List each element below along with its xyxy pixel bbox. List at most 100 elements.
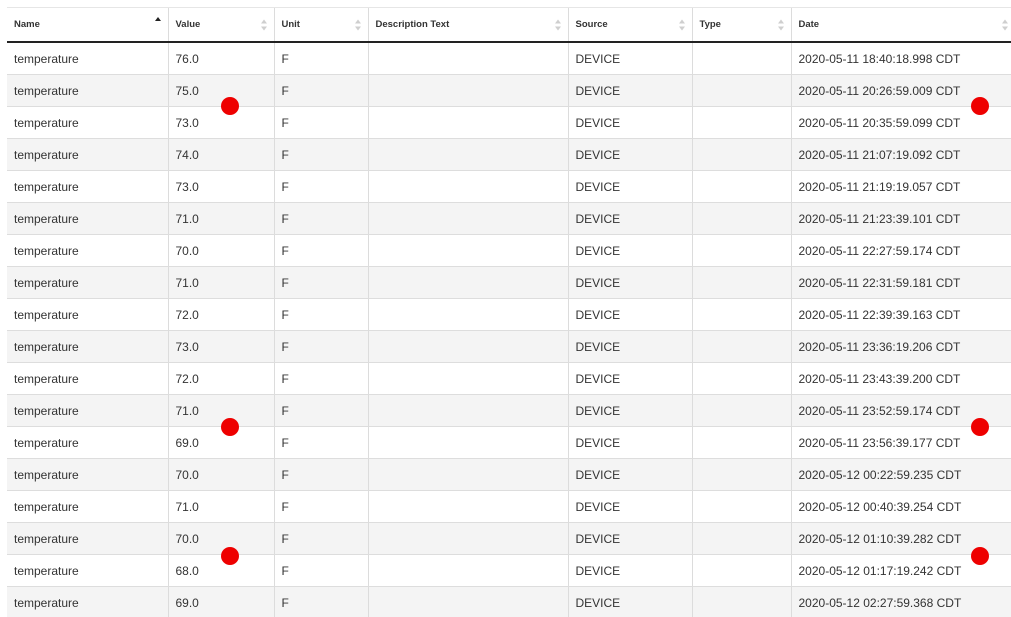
table-row[interactable]: temperature 73.0 F DEVICE 2020-05-11 23:36:1… [7,330,1011,363]
sort-neutral-icon[interactable] [777,19,785,30]
cell-source: DEVICE [567,42,692,75]
table-row[interactable]: temperature 70.0 F DEVICE 2020-05-11 22:27:5… [7,234,1011,267]
cell-unit: F [273,106,368,139]
column-header-source[interactable]: Source [567,7,692,43]
cell-type [691,586,791,617]
sort-neutral-icon[interactable] [678,19,686,30]
cell-type [691,394,791,427]
cell-description [367,330,568,363]
cell-source: DEVICE [567,106,692,139]
table-row[interactable]: temperature 70.0 F DEVICE 2020-05-12 01:10:3… [7,522,1011,555]
cell-description [367,202,568,235]
column-header-description[interactable]: Description Text [367,7,568,43]
column-header-unit[interactable]: Unit [273,7,368,43]
table-row[interactable]: temperature 69.0 F DEVICE 2020-05-11 23:56:3… [7,426,1011,459]
column-header-type[interactable]: Type [691,7,791,43]
cell-source: DEVICE [567,458,692,491]
table-body: temperature 76.0 F DEVICE 2020-05-11 18:40:1… [7,42,1011,617]
cell-unit: F [273,42,368,75]
column-header-name[interactable]: Name [7,7,168,43]
cell-unit: F [273,138,368,171]
cell-value: 70.0 [167,522,274,555]
cell-source: DEVICE [567,554,692,587]
cell-description [367,490,568,523]
cell-name: temperature [7,266,168,299]
cell-value: 72.0 [167,298,274,331]
events-table: Name Value Unit Description Text Source Type D… [7,7,1011,617]
column-header-date[interactable]: Date [790,7,1011,43]
cell-type [691,298,791,331]
cell-source: DEVICE [567,522,692,555]
cell-source: DEVICE [567,298,692,331]
table-row[interactable]: temperature 71.0 F DEVICE 2020-05-11 21:23:3… [7,202,1011,235]
cell-type [691,490,791,523]
table-row[interactable]: temperature 70.0 F DEVICE 2020-05-12 00:22:5… [7,458,1011,491]
cell-name: temperature [7,522,168,555]
cell-description [367,554,568,587]
events-table-container: Name Value Unit Description Text Source Type D… [7,7,1011,617]
cell-value: 71.0 [167,202,274,235]
cell-unit: F [273,170,368,203]
table-row[interactable]: temperature 71.0 F DEVICE 2020-05-12 00:40:3… [7,490,1011,523]
cell-type [691,170,791,203]
cell-source: DEVICE [567,362,692,395]
cell-source: DEVICE [567,426,692,459]
cell-unit: F [273,490,368,523]
cell-unit: F [273,394,368,427]
cell-date: 2020-05-12 00:40:39.254 CDT [790,490,1011,523]
cell-description [367,522,568,555]
cell-type [691,74,791,107]
table-row[interactable]: temperature 75.0 F DEVICE 2020-05-11 20:26:5… [7,74,1011,107]
cell-value: 69.0 [167,426,274,459]
table-row[interactable]: temperature 76.0 F DEVICE 2020-05-11 18:40:1… [7,42,1011,75]
cell-source: DEVICE [567,202,692,235]
cell-source: DEVICE [567,330,692,363]
cell-date: 2020-05-11 23:36:19.206 CDT [790,330,1011,363]
sort-neutral-icon[interactable] [554,19,562,30]
table-row[interactable]: temperature 69.0 F DEVICE 2020-05-12 02:27:5… [7,586,1011,617]
column-header-label: Type [699,19,721,30]
table-header: Name Value Unit Description Text Source Type D… [7,7,1011,43]
cell-name: temperature [7,234,168,267]
table-row[interactable]: temperature 74.0 F DEVICE 2020-05-11 21:07:1… [7,138,1011,171]
cell-type [691,234,791,267]
cell-name: temperature [7,586,168,617]
table-row[interactable]: temperature 73.0 F DEVICE 2020-05-11 21:19:1… [7,170,1011,203]
red-dot-marker [221,547,239,565]
sort-neutral-icon[interactable] [354,19,362,30]
column-header-value[interactable]: Value [167,7,274,43]
table-row[interactable]: temperature 71.0 F DEVICE 2020-05-11 22:31:5… [7,266,1011,299]
cell-date: 2020-05-11 22:39:39.163 CDT [790,298,1011,331]
cell-unit: F [273,234,368,267]
cell-date: 2020-05-11 21:23:39.101 CDT [790,202,1011,235]
red-dot-marker [971,418,989,436]
cell-value: 72.0 [167,362,274,395]
cell-type [691,42,791,75]
cell-description [367,426,568,459]
sort-ascending-icon[interactable] [154,17,162,28]
cell-description [367,298,568,331]
red-dot-marker [221,418,239,436]
red-dot-marker [221,97,239,115]
cell-description [367,458,568,491]
sort-neutral-icon[interactable] [1002,19,1009,30]
table-row[interactable]: temperature 72.0 F DEVICE 2020-05-11 22:39:3… [7,298,1011,331]
cell-date: 2020-05-11 22:31:59.181 CDT [790,266,1011,299]
table-row[interactable]: temperature 68.0 F DEVICE 2020-05-12 01:17:1… [7,554,1011,587]
cell-type [691,266,791,299]
cell-description [367,394,568,427]
sort-neutral-icon[interactable] [260,19,268,30]
cell-name: temperature [7,74,168,107]
header-row: Name Value Unit Description Text Source Type D… [7,7,1011,43]
cell-description [367,586,568,617]
cell-description [367,362,568,395]
table-row[interactable]: temperature 73.0 F DEVICE 2020-05-11 20:35:5… [7,106,1011,139]
cell-source: DEVICE [567,586,692,617]
cell-source: DEVICE [567,266,692,299]
cell-unit: F [273,74,368,107]
table-row[interactable]: temperature 72.0 F DEVICE 2020-05-11 23:43:3… [7,362,1011,395]
table-row[interactable]: temperature 71.0 F DEVICE 2020-05-11 23:52:5… [7,394,1011,427]
cell-name: temperature [7,394,168,427]
cell-unit: F [273,362,368,395]
cell-type [691,458,791,491]
